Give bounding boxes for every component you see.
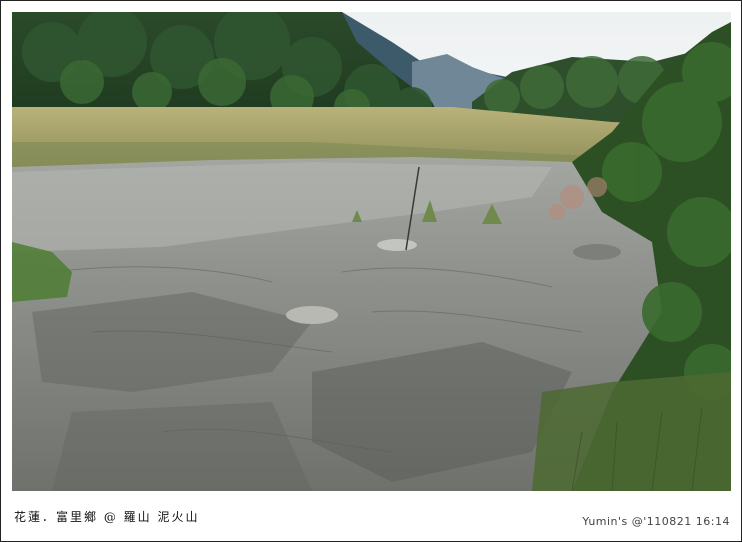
mud-volcano-photo bbox=[12, 12, 731, 491]
photo-credit: Yumin's @'110821 16:14 bbox=[582, 515, 730, 528]
location-caption: 花蓮．富里鄉 @ 羅山 泥火山 bbox=[14, 510, 200, 524]
photo-frame bbox=[0, 0, 742, 542]
